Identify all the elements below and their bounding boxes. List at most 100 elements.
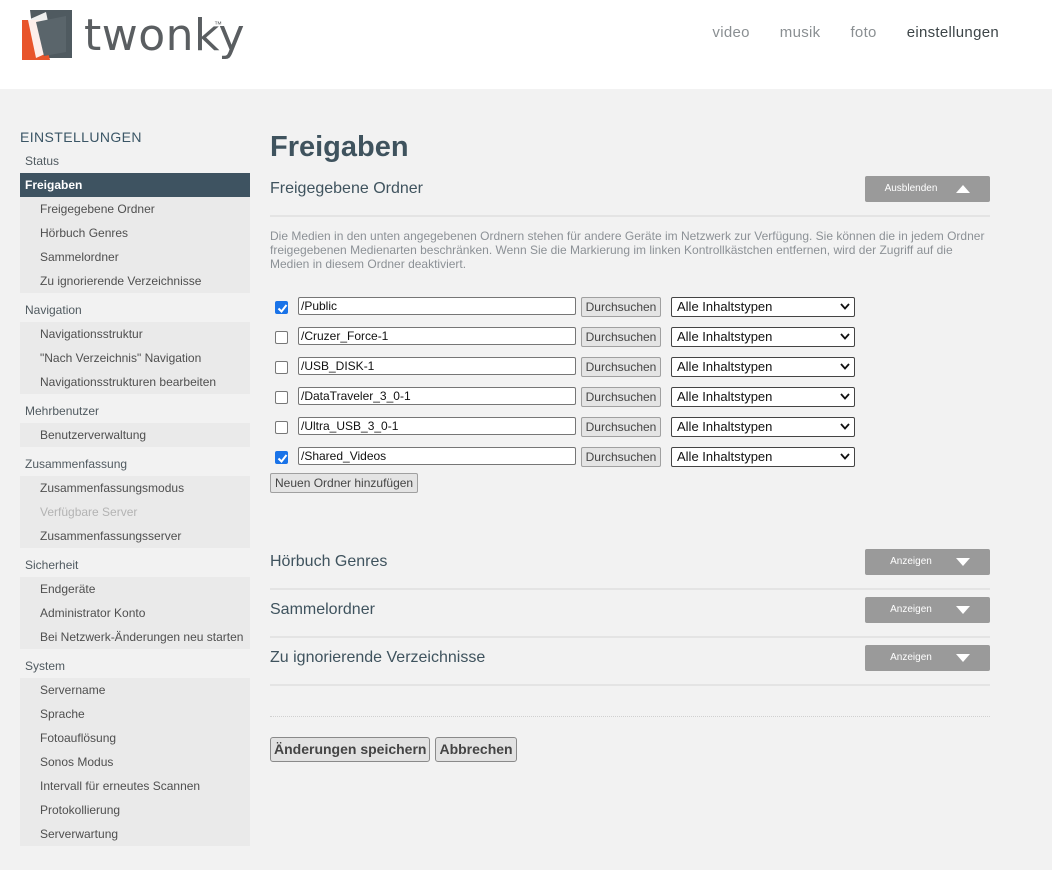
sidebar-item-sammelordner[interactable]: Sammelordner bbox=[20, 245, 250, 269]
folder-row: /USB_DISK-1 Durchsuchen Alle Inhaltstypen bbox=[270, 353, 990, 383]
chevron-down-icon bbox=[840, 453, 850, 460]
content-type-select[interactable]: Alle Inhaltstypen bbox=[671, 387, 855, 407]
folder-path-input[interactable]: /Ultra_USB_3_0-1 bbox=[298, 417, 576, 435]
topnav-video[interactable]: video bbox=[712, 24, 749, 41]
sidebar-item-sprache[interactable]: Sprache bbox=[20, 702, 250, 726]
folder-path-input[interactable]: /DataTraveler_3_0-1 bbox=[298, 387, 576, 405]
sidebar-item-endgeraete[interactable]: Endgeräte bbox=[20, 577, 250, 601]
sidebar-group-status[interactable]: Status bbox=[20, 149, 250, 173]
folder-enabled-checkbox[interactable] bbox=[275, 331, 288, 344]
sidebar-item-ignorierende-verzeichnisse[interactable]: Zu ignorierende Verzeichnisse bbox=[20, 269, 250, 293]
save-changes-button[interactable]: Änderungen speichern bbox=[270, 737, 431, 762]
sidebar-item-scan-intervall[interactable]: Intervall für erneutes Scannen bbox=[20, 774, 250, 798]
sidebar-submenu-mehrbenutzer: Benutzerverwaltung bbox=[20, 423, 250, 447]
section-sammelordner: Sammelordner Anzeigen bbox=[270, 590, 990, 638]
folder-enabled-checkbox[interactable] bbox=[275, 421, 288, 434]
sidebar-item-hoerbuch-genres[interactable]: Hörbuch Genres bbox=[20, 221, 250, 245]
show-sammelordner-button[interactable]: Anzeigen bbox=[865, 597, 990, 623]
content-type-value: Alle Inhaltstypen bbox=[677, 299, 773, 314]
browse-button[interactable]: Durchsuchen bbox=[581, 417, 661, 437]
chevron-down-icon bbox=[840, 303, 850, 310]
content-type-value: Alle Inhaltstypen bbox=[677, 329, 773, 344]
page-title: Freigaben bbox=[270, 131, 409, 163]
add-folder-button[interactable]: Neuen Ordner hinzufügen bbox=[270, 473, 419, 493]
sidebar-item-servername[interactable]: Servername bbox=[20, 678, 250, 702]
sidebar-item-zusammenfassungsmodus[interactable]: Zusammenfassungsmodus bbox=[20, 476, 250, 500]
topnav-musik[interactable]: musik bbox=[780, 24, 821, 41]
show-ignorierende-verzeichnisse-button[interactable]: Anzeigen bbox=[865, 645, 990, 671]
folder-enabled-checkbox[interactable] bbox=[275, 451, 288, 464]
show-section-label: Anzeigen bbox=[890, 556, 932, 567]
logo-wordmark: twonky bbox=[84, 10, 245, 61]
sidebar-group-navigation[interactable]: Navigation bbox=[20, 298, 250, 322]
sidebar-item-zusammenfassungsserver[interactable]: Zusammenfassungsserver bbox=[20, 524, 250, 548]
sidebar-group-mehrbenutzer[interactable]: Mehrbenutzer bbox=[20, 399, 250, 423]
folder-enabled-checkbox[interactable] bbox=[275, 301, 288, 314]
section-freigegebene-ordner: Freigegebene Ordner Ausblenden bbox=[270, 169, 990, 217]
sidebar-submenu-system: Servername Sprache Fotoauflösung Sonos M… bbox=[20, 678, 250, 846]
chevron-down-icon bbox=[956, 654, 970, 662]
content-type-select[interactable]: Alle Inhaltstypen bbox=[671, 417, 855, 437]
content-type-value: Alle Inhaltstypen bbox=[677, 419, 773, 434]
content-type-select[interactable]: Alle Inhaltstypen bbox=[671, 327, 855, 347]
sidebar-item-nach-verzeichnis-navigation[interactable]: "Nach Verzeichnis" Navigation bbox=[20, 346, 250, 370]
form-actions: Änderungen speichern Abbrechen bbox=[270, 737, 990, 762]
hide-section-button[interactable]: Ausblenden bbox=[865, 176, 990, 202]
content-type-select[interactable]: Alle Inhaltstypen bbox=[671, 297, 855, 317]
chevron-down-icon bbox=[840, 423, 850, 430]
folder-path-input[interactable]: /Shared_Videos bbox=[298, 447, 576, 465]
show-section-label: Anzeigen bbox=[890, 652, 932, 663]
chevron-down-icon bbox=[840, 393, 850, 400]
show-hoerbuch-genres-button[interactable]: Anzeigen bbox=[865, 549, 990, 575]
folder-path-input[interactable]: /USB_DISK-1 bbox=[298, 357, 576, 375]
sidebar-group-zusammenfassung[interactable]: Zusammenfassung bbox=[20, 452, 250, 476]
folder-enabled-checkbox[interactable] bbox=[275, 391, 288, 404]
folder-enabled-checkbox[interactable] bbox=[275, 361, 288, 374]
sidebar-item-navigationsstruktur[interactable]: Navigationsstruktur bbox=[20, 322, 250, 346]
sidebar-item-sonos-modus[interactable]: Sonos Modus bbox=[20, 750, 250, 774]
browse-button[interactable]: Durchsuchen bbox=[581, 327, 661, 347]
main-content: Freigaben Freigegebene Ordner Ausblenden… bbox=[270, 129, 990, 762]
sidebar-item-serverwartung[interactable]: Serverwartung bbox=[20, 822, 250, 846]
chevron-up-icon bbox=[956, 185, 970, 193]
folder-row: /Shared_Videos Durchsuchen Alle Inhaltstyp… bbox=[270, 443, 990, 473]
twonky-logo[interactable]: twonky ™ bbox=[20, 8, 245, 64]
content-type-select[interactable]: Alle Inhaltstypen bbox=[671, 447, 855, 467]
sidebar-item-benutzerverwaltung[interactable]: Benutzerverwaltung bbox=[20, 423, 250, 447]
section-hoerbuch-genres: Hörbuch Genres Anzeigen bbox=[270, 542, 990, 590]
browse-button[interactable]: Durchsuchen bbox=[581, 297, 661, 317]
content-type-select[interactable]: Alle Inhaltstypen bbox=[671, 357, 855, 377]
section-title-freigegebene-ordner: Freigegebene Ordner bbox=[270, 180, 423, 197]
topnav-foto[interactable]: foto bbox=[850, 24, 876, 41]
content-type-value: Alle Inhaltstypen bbox=[677, 359, 773, 374]
browse-button[interactable]: Durchsuchen bbox=[581, 387, 661, 407]
folder-path-input[interactable]: /Public bbox=[298, 297, 576, 315]
checkmark-icon bbox=[277, 454, 288, 464]
sidebar-item-administrator-konto[interactable]: Administrator Konto bbox=[20, 601, 250, 625]
header: twonky ™ video musik foto einstellungen bbox=[0, 0, 1052, 89]
section-title-sammelordner: Sammelordner bbox=[270, 601, 375, 618]
topnav-einstellungen[interactable]: einstellungen bbox=[907, 24, 999, 41]
folder-row: /Cruzer_Force-1 Durchsuchen Alle Inhaltsty… bbox=[270, 323, 990, 353]
twonky-logo-icon bbox=[22, 10, 72, 60]
sidebar-group-system[interactable]: System bbox=[20, 654, 250, 678]
collapsed-sections: Hörbuch Genres Anzeigen Sammelordner Anz… bbox=[270, 542, 990, 686]
sidebar-group-freigaben[interactable]: Freigaben bbox=[20, 173, 250, 197]
sidebar-item-netzwerk-neustart[interactable]: Bei Netzwerk-Änderungen neu starten bbox=[20, 625, 250, 649]
chevron-down-icon bbox=[956, 558, 970, 566]
browse-button[interactable]: Durchsuchen bbox=[581, 357, 661, 377]
browse-button[interactable]: Durchsuchen bbox=[581, 447, 661, 467]
sidebar-item-navigationsstrukturen-bearbeiten[interactable]: Navigationsstrukturen bearbeiten bbox=[20, 370, 250, 394]
sidebar-item-protokollierung[interactable]: Protokollierung bbox=[20, 798, 250, 822]
cancel-button[interactable]: Abbrechen bbox=[435, 737, 517, 762]
content-type-value: Alle Inhaltstypen bbox=[677, 449, 773, 464]
top-navigation: video musik foto einstellungen bbox=[682, 24, 999, 41]
hide-section-label: Ausblenden bbox=[884, 183, 938, 194]
sidebar-submenu-navigation: Navigationsstruktur "Nach Verzeichnis" N… bbox=[20, 322, 250, 394]
shared-folders-description: Die Medien in den unten angegebenen Ordn… bbox=[270, 229, 985, 271]
logo-trademark: ™ bbox=[214, 20, 222, 29]
folder-path-input[interactable]: /Cruzer_Force-1 bbox=[298, 327, 576, 345]
sidebar-group-sicherheit[interactable]: Sicherheit bbox=[20, 553, 250, 577]
sidebar-item-fotoaufloesung[interactable]: Fotoauflösung bbox=[20, 726, 250, 750]
sidebar-item-freigegebene-ordner[interactable]: Freigegebene Ordner bbox=[20, 197, 250, 221]
